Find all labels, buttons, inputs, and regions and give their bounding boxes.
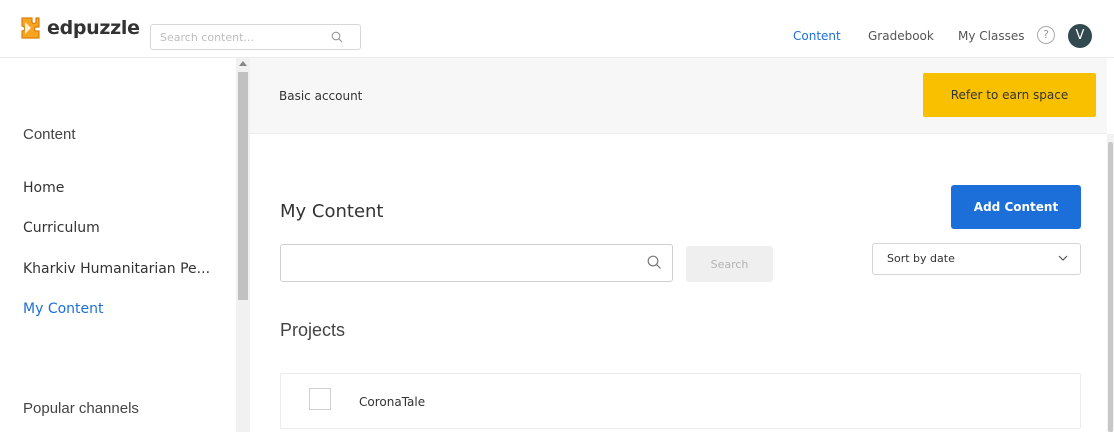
project-name[interactable]: CoronaTale — [359, 395, 425, 409]
sidebar: Content Home Curriculum Kharkiv Humanita… — [0, 58, 236, 432]
main-scrollbar[interactable] — [1107, 134, 1114, 432]
search-button[interactable]: Search — [686, 246, 773, 282]
sidebar-item-curriculum[interactable]: Curriculum — [23, 220, 100, 236]
account-type-label: Basic account — [279, 89, 363, 103]
top-search-input[interactable] — [151, 25, 321, 49]
content-search-box[interactable] — [280, 244, 673, 282]
chevron-down-icon — [1058, 255, 1068, 261]
sidebar-heading: Content — [23, 126, 76, 143]
page-title: My Content — [280, 201, 384, 222]
account-banner: Basic account Refer to earn space — [250, 58, 1107, 134]
logo-text: edpuzzle — [47, 17, 140, 39]
main-scroll-thumb[interactable] — [1108, 142, 1113, 432]
sidebar-scroll-thumb[interactable] — [238, 72, 248, 300]
nav-my-classes[interactable]: My Classes — [958, 29, 1024, 43]
sort-dropdown[interactable]: Sort by date — [872, 243, 1081, 275]
sort-selected-value: Sort by date — [887, 252, 955, 265]
search-icon — [647, 255, 661, 269]
sidebar-item-my-content[interactable]: My Content — [23, 301, 104, 317]
help-icon[interactable]: ? — [1037, 26, 1055, 44]
content-search-input[interactable] — [281, 245, 631, 281]
sidebar-popular-channels-heading: Popular channels — [23, 400, 139, 417]
scroll-up-arrow-icon[interactable] — [239, 61, 247, 66]
sidebar-item-home[interactable]: Home — [23, 180, 64, 196]
project-checkbox[interactable] — [309, 388, 331, 410]
avatar[interactable]: V — [1068, 24, 1092, 48]
top-nav: edpuzzle Content Gradebook My Classes ? … — [0, 0, 1114, 58]
nav-gradebook[interactable]: Gradebook — [868, 29, 934, 43]
sidebar-scrollbar[interactable] — [236, 58, 250, 432]
refer-button[interactable]: Refer to earn space — [923, 73, 1096, 117]
top-search-box[interactable] — [150, 24, 361, 50]
projects-heading: Projects — [280, 320, 346, 340]
search-icon[interactable] — [331, 31, 343, 43]
project-row[interactable]: CoronaTale — [280, 373, 1081, 429]
add-content-button[interactable]: Add Content — [951, 185, 1081, 229]
nav-content[interactable]: Content — [793, 29, 841, 43]
sidebar-item-kharkiv[interactable]: Kharkiv Humanitarian Pe... — [23, 261, 210, 277]
puzzle-logo-icon — [21, 17, 40, 39]
logo[interactable]: edpuzzle — [18, 15, 140, 41]
